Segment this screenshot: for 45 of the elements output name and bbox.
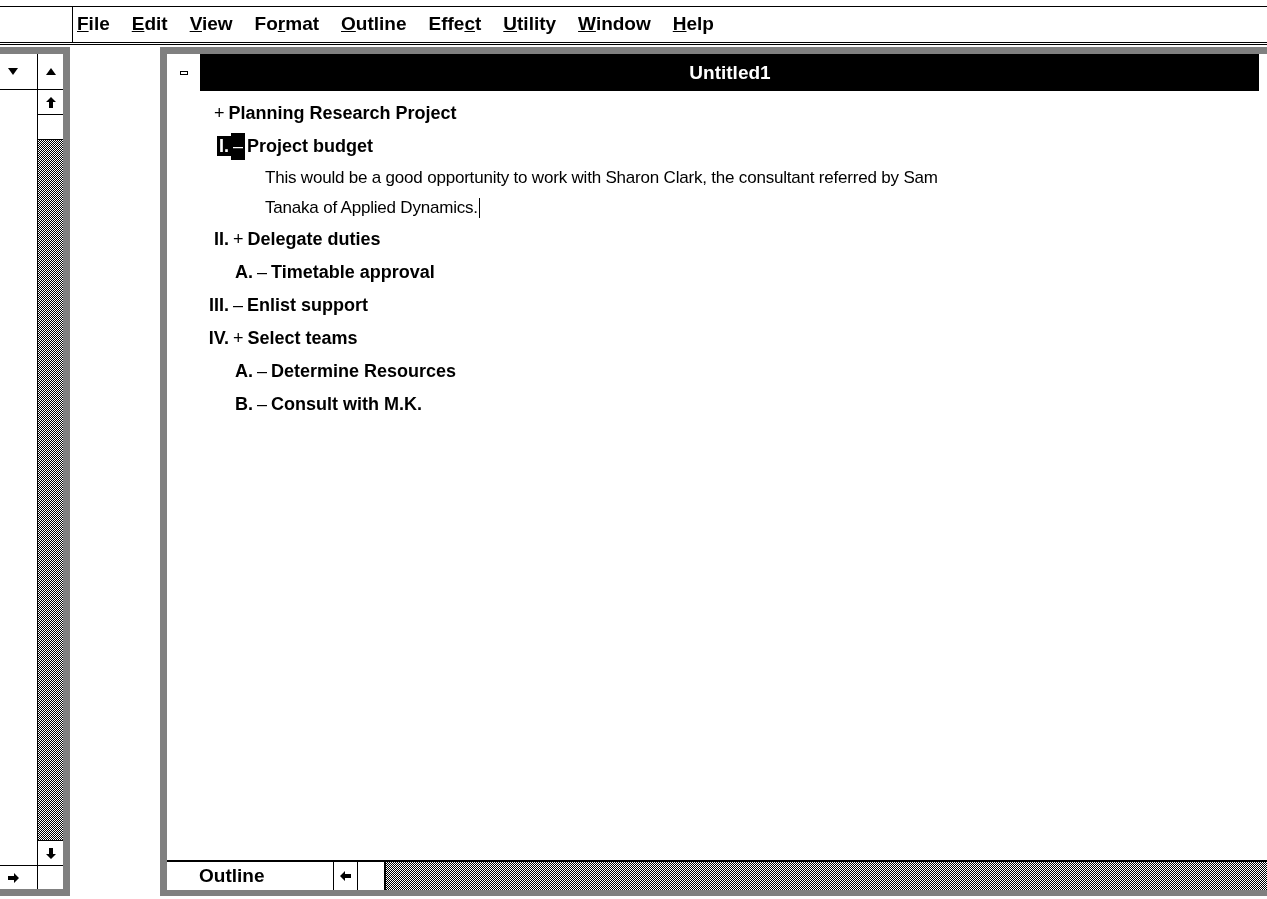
outline-number: B. <box>234 394 254 414</box>
text-cursor-icon <box>478 198 480 218</box>
outline-heading[interactable]: Consult with M.K. <box>271 391 422 418</box>
outline-marker[interactable]: + <box>212 100 227 127</box>
outline-number: A. <box>234 361 254 381</box>
down-arrow-icon <box>45 847 56 859</box>
outline-heading[interactable]: Determine Resources <box>271 358 457 385</box>
outline-number: I. <box>217 136 231 156</box>
outline-marker[interactable]: + <box>231 325 246 352</box>
window-title: Untitled1 <box>688 61 772 85</box>
outline-marker[interactable]: – <box>255 358 269 385</box>
outline-number: II. <box>213 229 230 249</box>
outline-heading[interactable]: Enlist support <box>247 292 368 319</box>
right-arrow-icon[interactable] <box>8 872 19 883</box>
outline-number: III. <box>208 295 230 315</box>
outline-heading[interactable]: Delegate duties <box>247 226 381 253</box>
outline-marker[interactable]: – <box>231 133 245 160</box>
outline-marker[interactable]: – <box>255 259 269 286</box>
outline-number: IV. <box>207 328 230 348</box>
outline-heading[interactable]: Select teams <box>247 325 358 352</box>
minus-bar-icon <box>179 70 188 75</box>
menu-item[interactable]: View <box>189 10 233 39</box>
outline-marker[interactable]: – <box>255 391 269 418</box>
down-triangle-icon[interactable] <box>8 68 18 75</box>
outline-number: A. <box>234 262 254 282</box>
system-menu-button[interactable] <box>167 54 201 91</box>
outline-heading[interactable]: Planning Research Project <box>228 100 457 127</box>
menu-item[interactable]: File <box>77 10 110 39</box>
outline-marker[interactable]: + <box>231 226 246 253</box>
outline-marker[interactable]: – <box>231 292 245 319</box>
note-text: This would be a good opportunity to work with Sharon Clark, the consultant referred by Sam <box>265 167 938 190</box>
outline-heading[interactable]: Timetable approval <box>271 259 435 286</box>
menu-item[interactable]: Utility <box>503 10 557 39</box>
menu-item[interactable]: Format <box>254 10 320 39</box>
menu-item[interactable]: Effect <box>428 10 482 39</box>
menu-item[interactable]: Edit <box>131 10 168 39</box>
menu-item[interactable]: Window <box>578 10 651 39</box>
view-tab[interactable]: Outline <box>167 862 334 890</box>
left-arrow-icon <box>340 871 351 881</box>
menu-item[interactable]: Outline <box>341 10 407 39</box>
up-triangle-icon[interactable] <box>45 68 56 75</box>
outline-heading[interactable]: Project budget <box>247 133 374 160</box>
menu-item[interactable]: Help <box>672 10 714 39</box>
up-arrow-icon <box>45 96 56 108</box>
note-text: Tanaka of Applied Dynamics. <box>265 197 478 220</box>
